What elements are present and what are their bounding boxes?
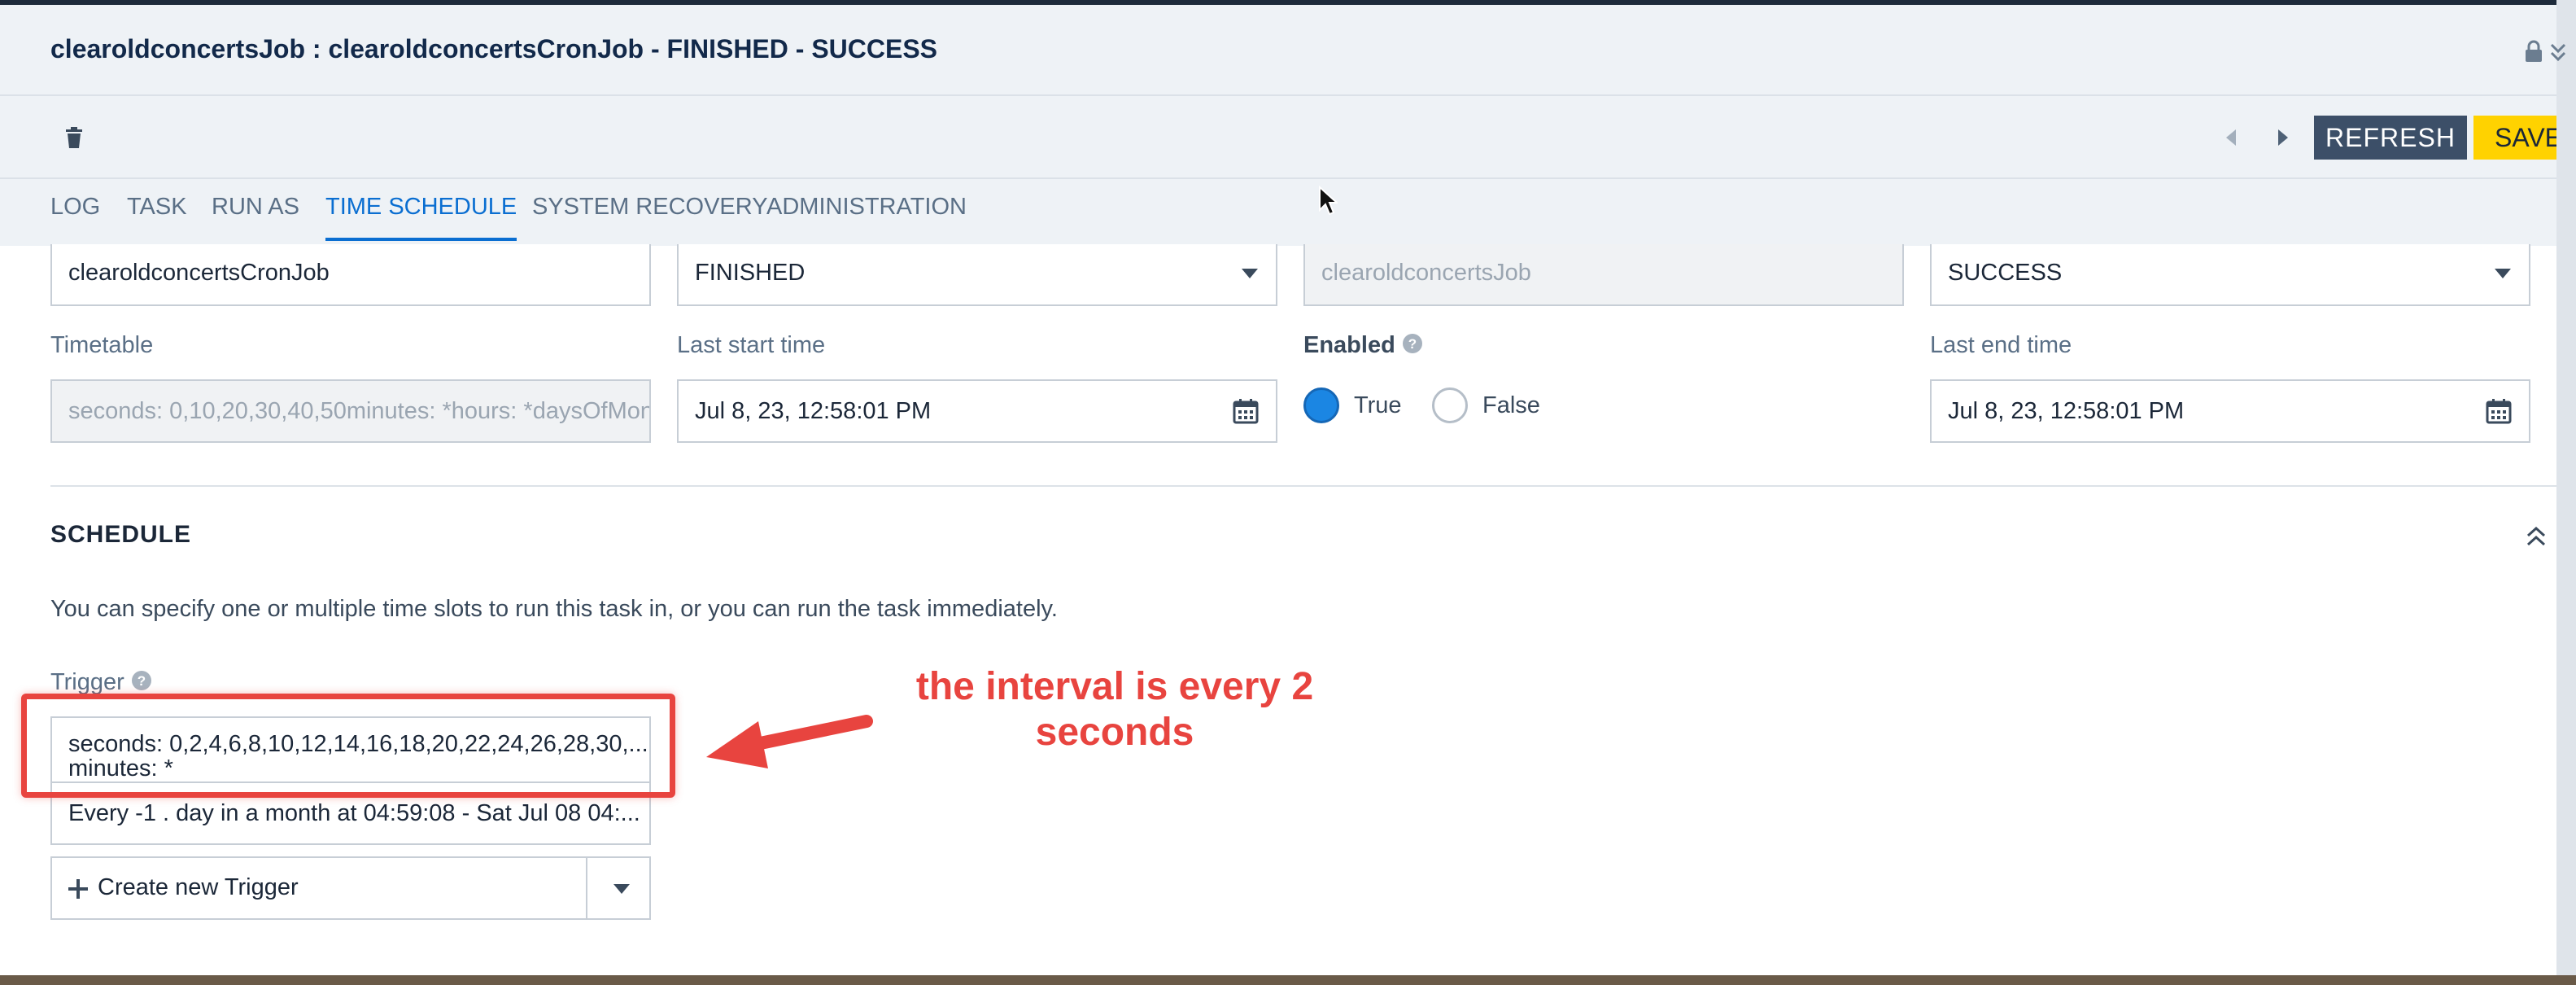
enabled-label-text: Enabled [1303,332,1395,358]
status-select[interactable]: FINISHED [677,244,1277,306]
enabled-true-radio[interactable] [1303,387,1339,423]
result-select[interactable]: SUCCESS [1930,244,2530,306]
enabled-false-radio[interactable] [1432,387,1468,423]
job-value: clearoldconcertsJob [1321,260,1531,286]
annotation-text: the interval is every 2 seconds [879,664,1351,755]
tab-log[interactable]: LOG [50,194,100,241]
trash-icon[interactable] [63,126,85,149]
last-end-field[interactable]: Jul 8, 23, 12:58:01 PM [1930,379,2530,443]
title-row: clearoldconcertsJob : clearoldconcertsCr… [0,5,2566,96]
enabled-label: Enabled? [1303,332,1423,359]
save-button[interactable]: SAVE [2473,116,2556,160]
calendar-icon[interactable] [1232,397,1260,425]
tab-task[interactable]: TASK [127,194,187,241]
chevron-down-icon [2495,269,2511,278]
previous-icon[interactable] [2220,125,2244,150]
schedule-section-title: SCHEDULE [50,521,192,548]
tab-bar: LOG TASK RUN AS TIME SCHEDULE SYSTEM REC… [0,179,2556,246]
help-icon[interactable]: ? [131,670,152,691]
code-value: clearoldconcertsCronJob [68,260,330,286]
mouse-cursor-icon [1319,186,1338,216]
svg-text:?: ? [1408,336,1417,352]
job-field: clearoldconcertsJob [1303,244,1904,306]
status-value: FINISHED [695,260,806,286]
tab-run-as[interactable]: RUN AS [212,194,299,241]
svg-text:?: ? [138,673,146,689]
page-title: clearoldconcertsJob : clearoldconcertsCr… [50,34,938,63]
tab-time-schedule[interactable]: TIME SCHEDULE [325,194,517,241]
create-trigger-button[interactable]: Create new Trigger [50,856,651,920]
scrollbar-edge[interactable] [2556,0,2576,975]
window-bottom-bar [0,975,2576,985]
collapse-chevron-icon[interactable] [2526,524,2547,549]
section-divider [50,485,2556,487]
editor-header: clearoldconcertsJob : clearoldconcertsCr… [0,5,2566,246]
last-start-label: Last start time [677,332,826,358]
annotation-line-2: seconds [1035,711,1194,754]
lock-icon[interactable] [2522,39,2545,63]
annotation-line-1: the interval is every 2 [915,665,1314,708]
annotation-arrow-icon [706,715,873,768]
timetable-value: seconds: 0,10,20,30,40,50minutes: *hours… [68,398,651,424]
expand-chevron-icon[interactable] [2550,42,2566,62]
chevron-down-icon [1242,269,1258,278]
last-end-label: Last end time [1930,332,2072,358]
code-field[interactable]: clearoldconcertsCronJob [50,244,651,306]
schedule-description: You can specify one or multiple time slo… [50,596,1058,622]
trigger-label: Trigger? [50,669,152,696]
calendar-icon[interactable] [2485,397,2513,425]
help-icon[interactable]: ? [1402,333,1423,354]
result-value: SUCCESS [1948,260,2063,286]
create-trigger-label: Create new Trigger [98,874,299,900]
timetable-field: seconds: 0,10,20,30,40,50minutes: *hours… [50,379,651,443]
trigger-label-text: Trigger [50,669,124,695]
create-trigger-separator [586,858,587,918]
toolbar: REFRESH SAVE [0,96,2556,179]
enabled-true-label: True [1354,392,1402,418]
last-end-value: Jul 8, 23, 12:58:01 PM [1948,398,2185,424]
annotation-highlight-box [21,694,675,798]
trigger2-value: Every -1 . day in a month at 04:59:08 - … [68,800,640,826]
last-start-field[interactable]: Jul 8, 23, 12:58:01 PM [677,379,1277,443]
last-start-value: Jul 8, 23, 12:58:01 PM [695,398,932,424]
plus-icon [68,879,88,899]
refresh-button[interactable]: REFRESH [2314,116,2467,160]
enabled-false-label: False [1482,392,1540,418]
timetable-label: Timetable [50,332,154,358]
tab-system-recovery[interactable]: SYSTEM RECOVERY [532,194,768,241]
next-icon[interactable] [2270,125,2294,150]
chevron-down-icon[interactable] [613,884,630,894]
tab-administration[interactable]: ADMINISTRATION [766,194,967,241]
